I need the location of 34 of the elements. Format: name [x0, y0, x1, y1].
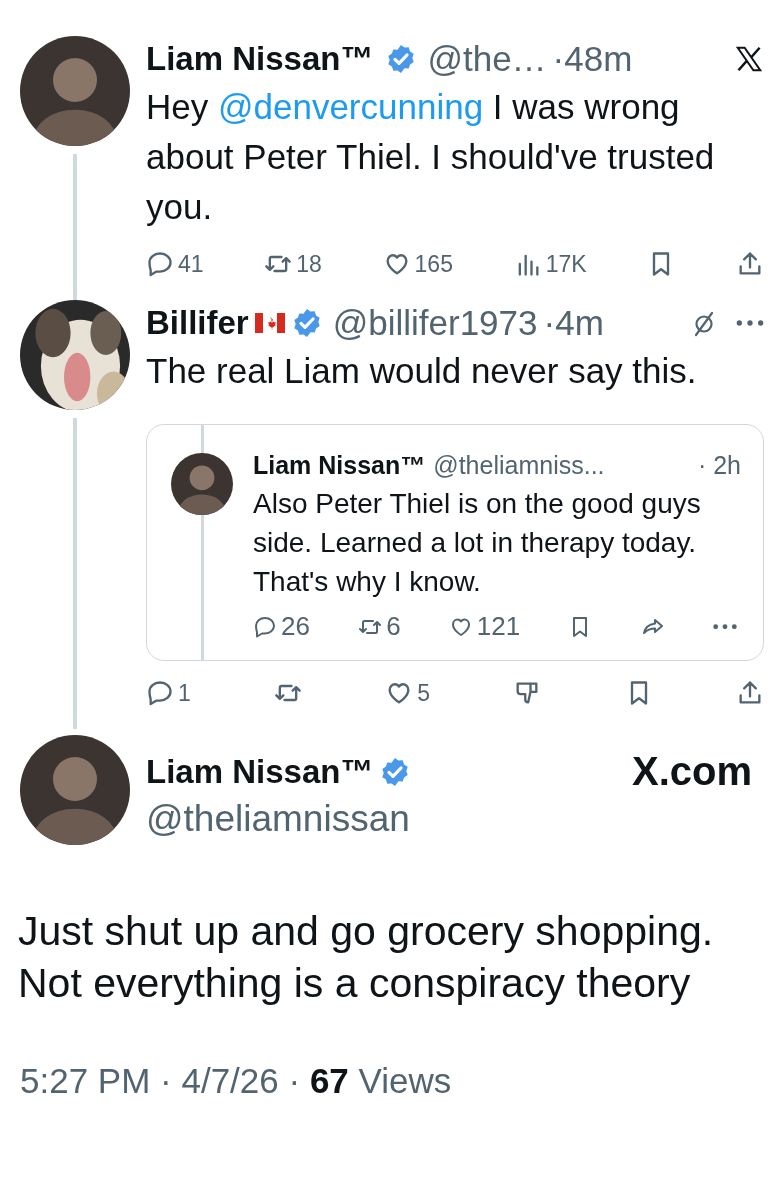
like-button[interactable]: 5: [385, 679, 431, 707]
more-icon: [712, 623, 737, 630]
repost-button[interactable]: 18: [264, 250, 322, 278]
speech-bubble-icon: [253, 614, 277, 639]
slashed-circle-icon[interactable]: [692, 309, 716, 337]
post-text: Hey @denvercunning I was wrong about Peter Thiel. I should've trusted you.: [146, 86, 716, 228]
author-handle[interactable]: @billifer1973: [332, 303, 538, 343]
post-text: Also Peter Thiel is on the good guys side. Learned a lot in therapy today. That's why I know.: [253, 487, 702, 599]
speech-bubble-icon: [146, 250, 174, 278]
like-button[interactable]: 121: [448, 611, 521, 642]
author-handle[interactable]: @theliamnissan: [146, 798, 764, 840]
reply-button[interactable]: 1: [146, 679, 191, 707]
author-name[interactable]: Liam Nissan™: [146, 752, 374, 791]
author-name[interactable]: Liam Nissan™: [146, 40, 374, 78]
author-handle[interactable]: @the…: [427, 39, 547, 79]
brand-logo: X.com: [631, 749, 752, 794]
speech-bubble-icon: [146, 679, 174, 707]
like-button[interactable]: 165: [382, 250, 453, 278]
post-time: · 2h: [697, 451, 741, 480]
author-name[interactable]: Billifer: [146, 304, 249, 342]
reply-button[interactable]: 26: [253, 611, 310, 642]
reply-button[interactable]: 41: [146, 250, 204, 278]
more-icon[interactable]: [736, 320, 764, 326]
views-button[interactable]: 17K: [513, 250, 587, 278]
post-time: ·4m: [543, 303, 604, 343]
x-logo-icon: [734, 44, 764, 74]
author-handle[interactable]: @theliamniss...: [433, 451, 605, 480]
more-button[interactable]: [712, 623, 737, 630]
post-text: Just shut up and go grocery shopping. Not everything is a conspiracy theory: [18, 907, 715, 1008]
post-meta: 5:27 PM · 4/7/26 · 67 Views: [20, 1061, 453, 1101]
repost-button[interactable]: 6: [358, 611, 401, 642]
author-name[interactable]: Liam Nissan™: [253, 451, 426, 480]
post-time: ·48m: [552, 39, 633, 79]
post-text: The real Liam would never say this.: [146, 350, 698, 392]
